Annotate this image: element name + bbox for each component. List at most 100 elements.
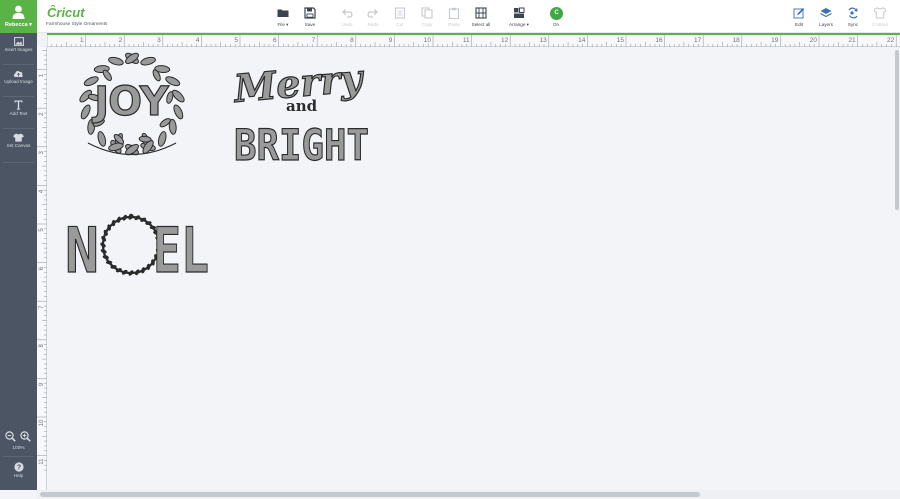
laurel-leaf: [97, 131, 107, 147]
redo-icon: [367, 9, 378, 18]
ruler-number: 22: [887, 37, 895, 44]
text-icon: [14, 100, 23, 110]
save-button[interactable]: Save: [293, 0, 327, 33]
ruler-number: 16: [655, 37, 663, 44]
sidebar-item-set-canvas[interactable]: Set Canvas: [0, 133, 37, 148]
sidebar-item-upload-image[interactable]: Upload Image: [0, 69, 37, 84]
ruler-number: 3: [157, 37, 161, 44]
user-icon: [12, 5, 25, 19]
ruler-number: 21: [848, 37, 856, 44]
ruler-number: 15: [617, 37, 625, 44]
ruler-number: 5: [39, 228, 45, 232]
contour-icon: [874, 7, 886, 19]
ruler-number: 5: [234, 37, 238, 44]
horizontal-scrollbar[interactable]: [37, 490, 900, 499]
help-icon: ?: [13, 462, 24, 472]
zoom-out-icon[interactable]: [5, 431, 16, 442]
button-label: Select all: [471, 22, 491, 27]
sidebar-item-insert-images[interactable]: Insert Images: [0, 37, 37, 52]
ruler-number: 1: [39, 73, 45, 77]
pencil-icon: [793, 8, 805, 19]
toolbar-accent-line: [37, 33, 900, 35]
wreath-leaf: [141, 267, 146, 274]
zoom-controls: [0, 429, 37, 445]
folder-icon: [277, 9, 289, 17]
divider: [3, 162, 34, 163]
ruler-number: 2: [119, 37, 123, 44]
user-menu[interactable]: Rebecca ▾: [0, 0, 37, 33]
zoom-in-icon[interactable]: [20, 431, 31, 442]
ruler-number: 11: [463, 37, 470, 44]
project-name[interactable]: Farmhouse Style Ornaments: [46, 22, 107, 27]
bright-text: BRIGHT: [234, 121, 369, 171]
ruler-number: 3: [39, 150, 45, 154]
laurel-leaf: [138, 135, 152, 143]
divider: [3, 96, 34, 97]
sidebar-item-label: Set Canvas: [6, 143, 31, 148]
left-sidebar: Rebecca ▾ Insert Images Upload Image Add…: [0, 0, 37, 490]
machine-status[interactable]: C On: [539, 0, 573, 33]
joy-laurel-design[interactable]: JOY: [78, 51, 186, 156]
design-space-app: Rebecca ▾ Insert Images Upload Image Add…: [0, 0, 900, 499]
noel-el-text: EL: [153, 214, 209, 287]
ruler-vertical: 1 2 3 4 5 6 7 8 9 10 11: [37, 47, 47, 490]
tshirt-icon: [13, 133, 24, 142]
sidebar-item-label: Upload Image: [4, 79, 33, 84]
top-toolbar: Cricut Farmhouse Style Ornaments File ▾ …: [37, 0, 900, 33]
ruler-number: 6: [273, 37, 277, 44]
ruler-horizontal: 1 2 3 4 5 6 7 8 9 10 11 12 13 14 15 16 17 18 19 20 21 22: [37, 33, 900, 47]
button-label: Save: [304, 22, 316, 27]
laurel-leaf: [140, 56, 156, 66]
sidebar-item-label: Insert Images: [4, 47, 33, 52]
select-all-icon: [475, 7, 487, 19]
noel-design[interactable]: N EL: [64, 213, 209, 287]
scroll-thumb[interactable]: [40, 492, 700, 497]
ruler-number: 8: [39, 343, 45, 347]
design-canvas[interactable]: JOY Merry and BRIGHT N EL: [48, 48, 894, 489]
svg-text:?: ?: [16, 464, 20, 471]
wreath-leaf: [116, 216, 121, 223]
ruler-number: 4: [39, 189, 45, 193]
copy-icon: [421, 7, 433, 19]
ruler-number: 4: [196, 37, 200, 44]
laurel-leaf: [173, 104, 184, 120]
ruler-number: 7: [312, 37, 316, 44]
svg-text:Cricut: Cricut: [47, 5, 85, 20]
machine-icon: C: [550, 7, 563, 20]
ruler-number: 11: [39, 458, 45, 465]
save-icon: [304, 7, 316, 19]
wreath-bow: [128, 213, 134, 219]
help-label: Help: [13, 473, 24, 478]
laurel-leaf: [80, 104, 91, 120]
zoom-level: 100%: [12, 446, 25, 451]
wreath-leaf: [102, 255, 109, 260]
paste-icon: [448, 7, 460, 19]
cricut-logo[interactable]: Cricut: [46, 4, 86, 20]
image-icon: [13, 37, 24, 46]
laurel-leaf: [108, 56, 124, 66]
wreath-ring: [101, 215, 161, 275]
ruler-number: 20: [810, 37, 818, 44]
joy-text: JOY: [91, 79, 169, 125]
vertical-scrollbar[interactable]: [894, 48, 900, 490]
ruler-number: 6: [39, 266, 45, 270]
machine-status-label: On: [552, 22, 560, 27]
laurel-leaf: [157, 131, 167, 147]
ruler-number: 9: [39, 382, 45, 386]
ruler-number: 17: [694, 37, 702, 44]
scroll-thumb[interactable]: [895, 50, 899, 210]
sidebar-item-label: Add Text: [9, 111, 28, 116]
ruler-number: 10: [424, 37, 432, 44]
ruler-number: 12: [501, 37, 509, 44]
merry-and-bright-design[interactable]: Merry and BRIGHT: [230, 54, 370, 172]
sync-icon: [848, 7, 858, 19]
contour-panel-button[interactable]: Contour: [863, 0, 897, 33]
help-button[interactable]: ? Help: [0, 462, 37, 478]
select-all-button[interactable]: Select all: [464, 0, 498, 33]
arrange-icon: [514, 7, 525, 18]
ruler-number: 8: [350, 37, 354, 44]
ruler-number: 10: [39, 419, 45, 426]
arrange-menu-button[interactable]: Arrange ▾: [502, 0, 536, 33]
sidebar-item-add-text[interactable]: Add Text: [0, 100, 37, 116]
layers-icon: [820, 8, 832, 18]
